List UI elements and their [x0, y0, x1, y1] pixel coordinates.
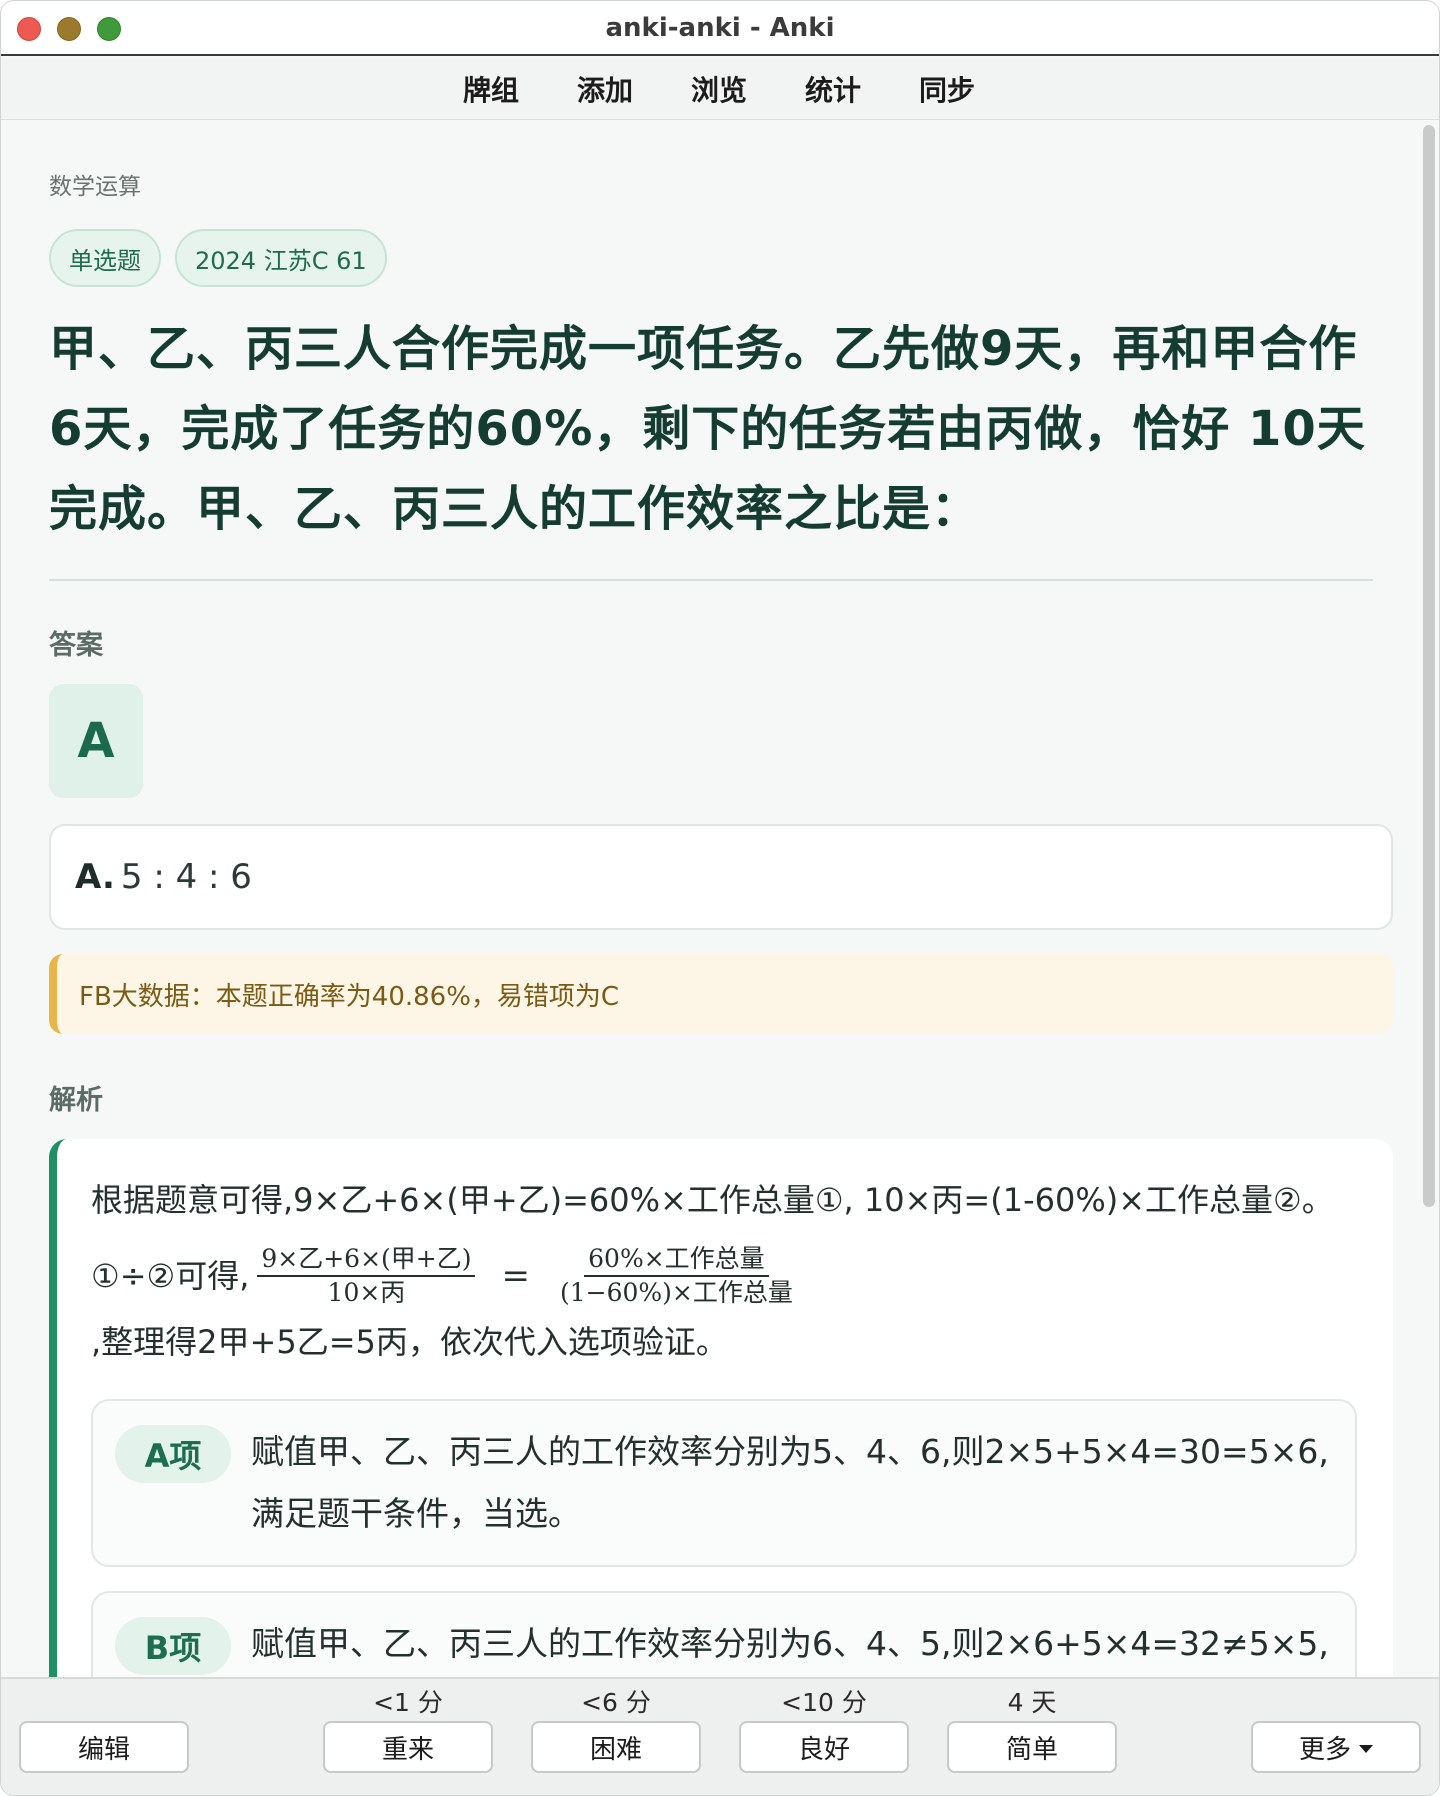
due-hard: <6 分: [581, 1688, 651, 1717]
answer-label: 答案: [49, 630, 103, 661]
fraction-right-denominator: (1−60%)×工作总量: [559, 1278, 793, 1307]
card-content: 数学运算 单选题 2024 江苏C 61 甲、乙、丙三人合作完成一项任务。乙先做…: [1, 121, 1421, 1677]
menu-stats[interactable]: 统计: [805, 69, 861, 109]
answer-letter: A: [49, 684, 143, 798]
analysis-p2-prefix: ①÷②可得,: [91, 1257, 250, 1295]
more-button[interactable]: 更多: [1251, 1721, 1421, 1773]
analysis-p2-suffix: ,整理得2甲+5乙=5丙，依次代入选项验证。: [91, 1323, 728, 1361]
review-bottom-bar: 编辑 <1 分 重来 <6 分 困难 <10 分 良好 4 天 简单 更多: [1, 1677, 1439, 1795]
title-bar: anki-anki - Anki: [1, 1, 1439, 56]
analysis-label: 解析: [49, 1085, 103, 1116]
more-button-label: 更多: [1298, 1734, 1351, 1765]
option-analysis-a: A项 赋值甲、乙、丙三人的工作效率分别为5、4、6,则2×5+5×4=30=5×…: [91, 1399, 1357, 1567]
edit-button[interactable]: 编辑: [19, 1721, 189, 1773]
fraction-right-numerator: 60%×工作总量: [584, 1243, 769, 1277]
option-text: 5 : 4 : 6: [120, 857, 252, 897]
fraction-right: 60%×工作总量 (1−60%)×工作总量: [556, 1243, 797, 1309]
easy-button[interactable]: 简单: [947, 1721, 1117, 1773]
scrollbar[interactable]: [1423, 125, 1435, 1207]
option-badge-b: B项: [115, 1617, 231, 1675]
tag-list: 单选题 2024 江苏C 61: [49, 229, 1373, 287]
fraction-left: 9×乙+6×(甲+乙) 10×丙: [257, 1243, 476, 1309]
top-menu: 牌组 添加 浏览 统计 同步: [1, 58, 1439, 120]
good-button[interactable]: 良好: [739, 1721, 909, 1773]
option-letter: A.: [75, 857, 115, 897]
again-button[interactable]: 重来: [323, 1721, 493, 1773]
option-analysis-b: B项 赋值甲、乙、丙三人的工作效率分别为6、4、5,则2×6+5×4=32≠5×…: [91, 1591, 1357, 1677]
anki-window: anki-anki - Anki 牌组 添加 浏览 统计 同步 数学运算 单选题…: [0, 0, 1440, 1796]
menu-decks[interactable]: 牌组: [463, 69, 519, 109]
category-label: 数学运算: [49, 174, 141, 200]
correct-option-card: A. 5 : 4 : 6: [49, 824, 1393, 930]
divider: [49, 579, 1373, 581]
fb-stat-notice: FB大数据：本题正确率为40.86%，易错项为C: [49, 954, 1393, 1034]
fraction-left-denominator: 10×丙: [327, 1278, 406, 1307]
option-analysis-text-b: 赋值甲、乙、丙三人的工作效率分别为6、4、5,则2×6+5×4=32≠5×5,: [251, 1624, 1329, 1663]
chevron-down-icon: [1359, 1745, 1373, 1753]
hard-button[interactable]: 困难: [531, 1721, 701, 1773]
option-analysis-text-a: 赋值甲、乙、丙三人的工作效率分别为5、4、6,则2×5+5×4=30=5×6,满…: [251, 1432, 1329, 1533]
menu-browse[interactable]: 浏览: [691, 69, 747, 109]
tag-source: 2024 江苏C 61: [175, 229, 387, 287]
menu-add[interactable]: 添加: [577, 69, 633, 109]
analysis-paragraph-1: 根据题意可得,9×乙+6×(甲+乙)=60%×工作总量①, 10×丙=(1-60…: [91, 1181, 1334, 1219]
analysis-card: 根据题意可得,9×乙+6×(甲+乙)=60%×工作总量①, 10×丙=(1-60…: [49, 1139, 1393, 1677]
due-easy: 4 天: [1007, 1688, 1057, 1717]
menu-sync[interactable]: 同步: [919, 69, 975, 109]
tag-type: 单选题: [49, 229, 161, 287]
fraction-left-numerator: 9×乙+6×(甲+乙): [257, 1243, 476, 1277]
equals-sign: =: [501, 1256, 530, 1296]
due-again: <1 分: [373, 1688, 443, 1717]
analysis-paragraph-2: ①÷②可得, 9×乙+6×(甲+乙) 10×丙 = 60%×工作总量 (1−60…: [91, 1243, 1359, 1375]
option-badge-a: A项: [115, 1425, 231, 1483]
question-text: 甲、乙、丙三人合作完成一项任务。乙先做9天，再和甲合作6天，完成了任务的60%，…: [49, 321, 1366, 537]
window-title: anki-anki - Anki: [605, 13, 835, 43]
due-good: <10 分: [781, 1688, 867, 1717]
